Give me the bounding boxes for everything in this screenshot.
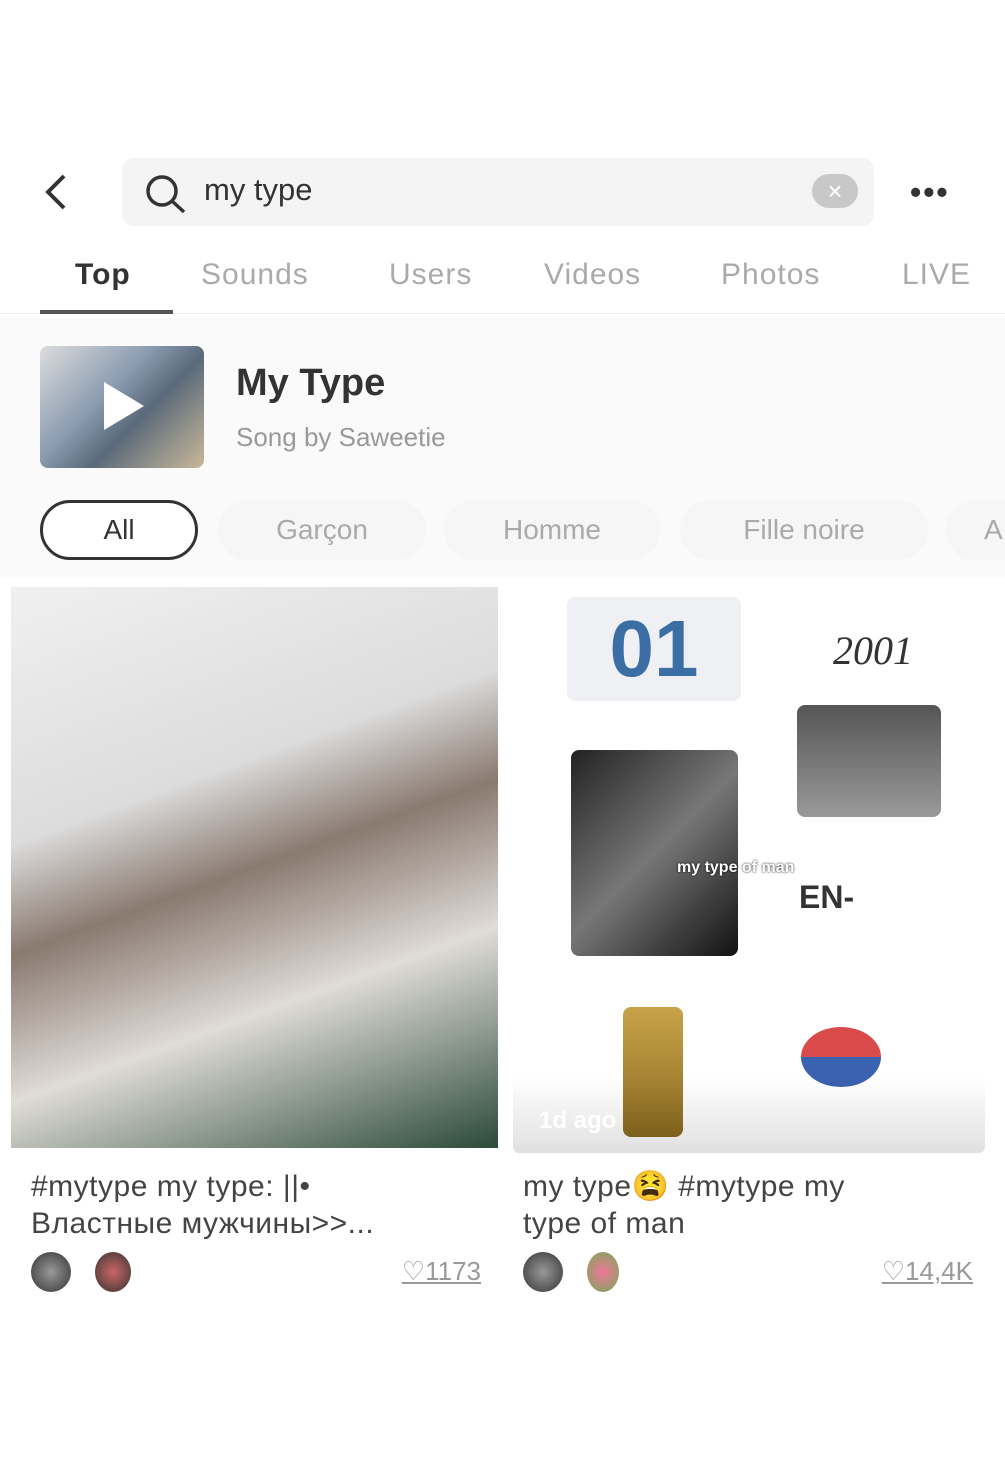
song-title[interactable]: My Type (236, 362, 385, 405)
tab-live[interactable]: LIVE (902, 258, 971, 292)
tab-sounds[interactable]: Sounds (201, 258, 309, 292)
play-icon[interactable] (104, 382, 144, 430)
video-thumbnail[interactable]: 01 2001 my type of man EN- 1d ago (513, 587, 985, 1153)
video-caption[interactable]: #mytype my type: ||• Властные мужчины>>..… (31, 1168, 374, 1242)
search-field[interactable]: × (122, 158, 874, 226)
result-tabs: Top Sounds Users Videos Photos LIVE (0, 252, 1005, 314)
video-meta: ♡1173 (31, 1252, 481, 1292)
chip-all[interactable]: All (40, 500, 198, 560)
post-age: 1d ago (539, 1107, 617, 1134)
like-count: ♡14,4K (881, 1256, 973, 1286)
avatar-emoji (95, 1252, 131, 1292)
overlay-year: 2001 (833, 628, 913, 673)
avatar[interactable] (523, 1252, 563, 1292)
chip-homme[interactable]: Homme (444, 500, 660, 560)
search-input[interactable] (204, 172, 784, 208)
tab-photos[interactable]: Photos (721, 258, 820, 292)
tab-top[interactable]: Top (75, 258, 131, 292)
overlay-logo: EN- (799, 879, 855, 915)
like-count: ♡1173 (401, 1256, 481, 1286)
chip-garcon[interactable]: Garçon (218, 500, 426, 560)
chip-fille-noire[interactable]: Fille noire (680, 500, 928, 560)
video-caption[interactable]: my type😫 #mytype my type of man (523, 1168, 845, 1242)
clear-icon[interactable]: × (812, 174, 858, 208)
video-meta: ♡14,4K (523, 1252, 973, 1292)
active-tab-indicator (40, 310, 173, 314)
chip-more[interactable]: A (946, 500, 1005, 560)
search-bar-row: × ••• (0, 158, 1005, 226)
video-thumbnail[interactable] (11, 587, 498, 1148)
jersey-image: 01 (567, 597, 741, 701)
song-cover[interactable] (40, 346, 204, 468)
chevron-left-icon[interactable] (38, 172, 78, 212)
tulip-emoji (587, 1252, 619, 1292)
piano-image (797, 705, 941, 817)
tab-videos[interactable]: Videos (544, 258, 641, 292)
tab-users[interactable]: Users (389, 258, 472, 292)
overlay-text: my type of man (677, 859, 795, 876)
avatar[interactable] (31, 1252, 71, 1292)
more-icon[interactable]: ••• (910, 174, 950, 211)
song-subtitle: Song by Saweetie (236, 422, 446, 452)
search-icon (146, 175, 186, 214)
song-result: My Type Song by Saweetie All Garçon Homm… (0, 318, 1005, 578)
jacket-image (571, 750, 738, 956)
